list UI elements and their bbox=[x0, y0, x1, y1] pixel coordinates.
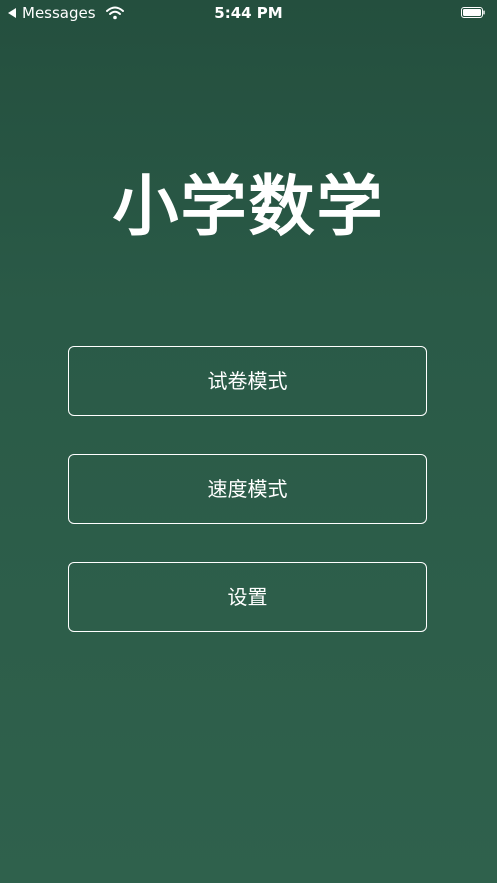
battery-icon bbox=[461, 7, 485, 18]
home-screen: Messages 5:44 PM 小学数学 试卷模式 速度模式 设置 bbox=[0, 0, 497, 883]
app-title: 小学数学 bbox=[112, 168, 385, 245]
status-bar: Messages 5:44 PM bbox=[0, 0, 497, 26]
settings-button[interactable]: 设置 bbox=[68, 562, 427, 632]
settings-label: 设置 bbox=[227, 585, 268, 609]
status-time: 5:44 PM bbox=[214, 4, 283, 22]
exam-mode-button[interactable]: 试卷模式 bbox=[68, 346, 427, 416]
speed-mode-button[interactable]: 速度模式 bbox=[68, 454, 427, 524]
speed-mode-label: 速度模式 bbox=[207, 477, 288, 501]
exam-mode-label: 试卷模式 bbox=[207, 369, 288, 393]
